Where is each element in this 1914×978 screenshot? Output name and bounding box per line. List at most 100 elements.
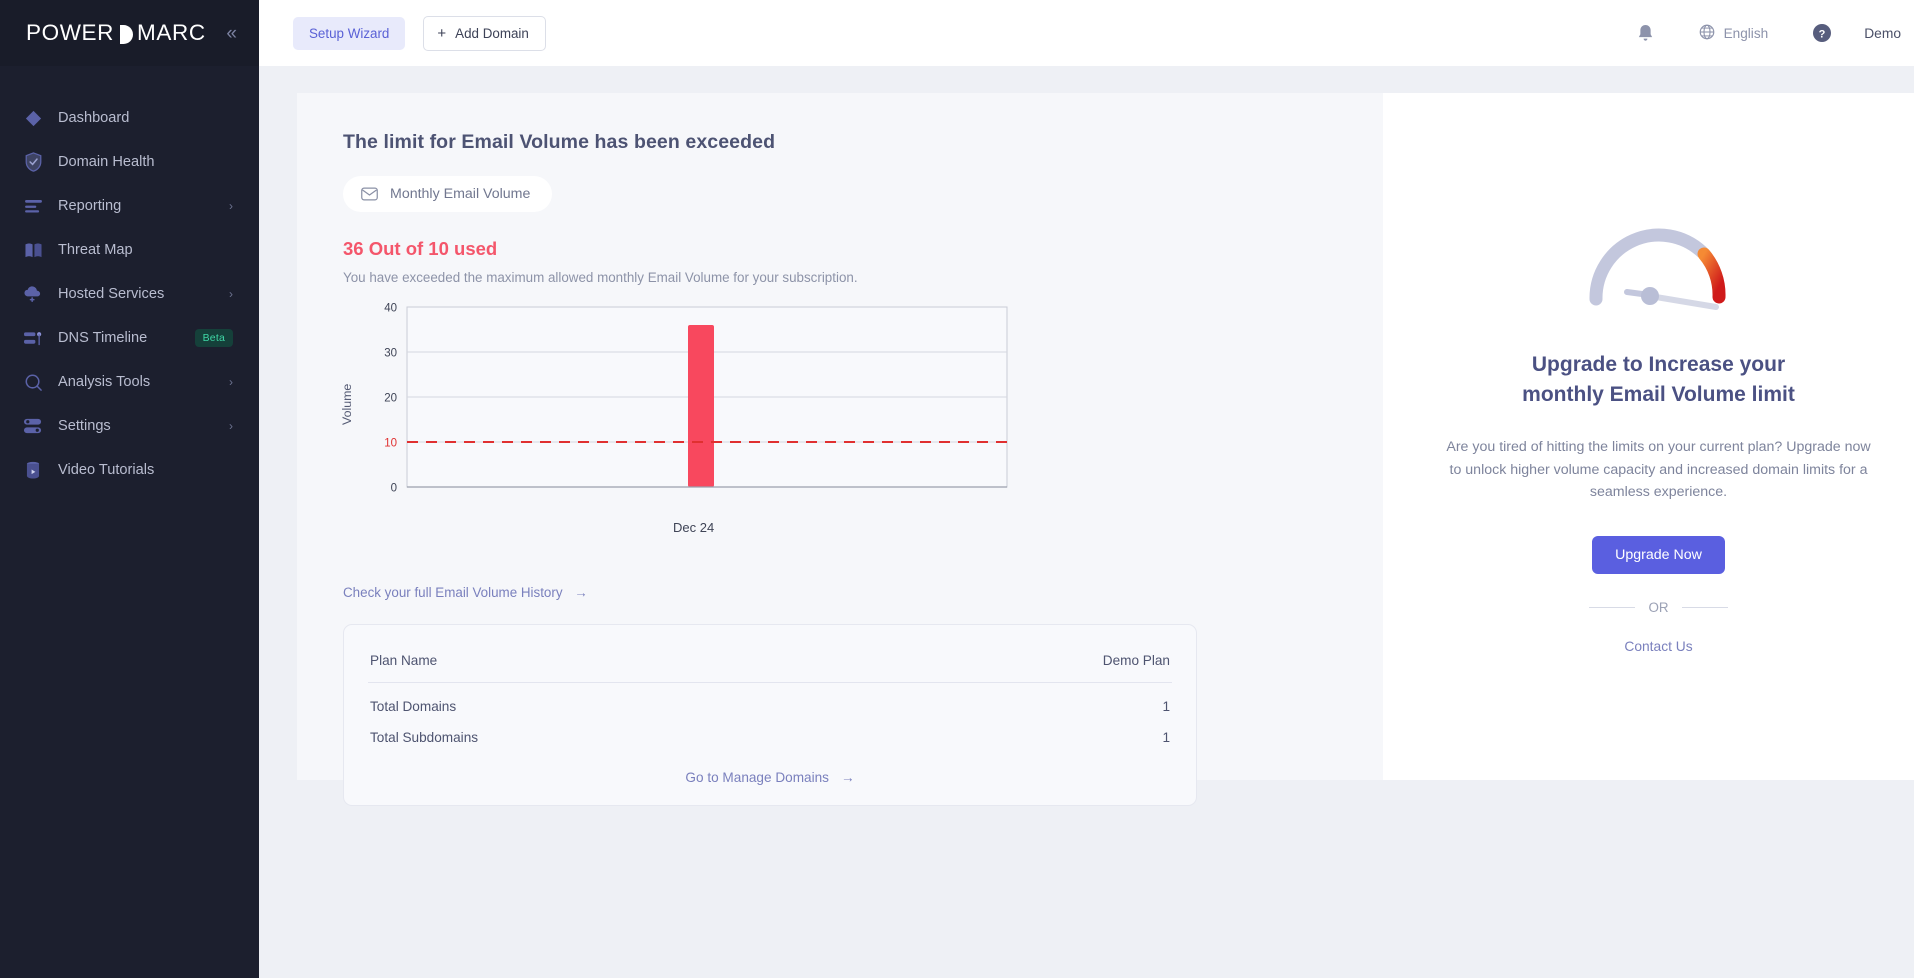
cloud-plus-icon [22, 283, 44, 305]
upgrade-title: Upgrade to Increase your monthly Email V… [1522, 350, 1795, 410]
language-label: English [1723, 25, 1769, 41]
history-link-label: Check your full Email Volume History [343, 585, 563, 600]
video-play-icon [22, 459, 44, 481]
brand-row: POWER MARC « [0, 0, 259, 66]
add-domain-label: Add Domain [455, 25, 529, 41]
upgrade-now-button[interactable]: Upgrade Now [1592, 536, 1725, 575]
app-root: POWER MARC « Dashboard Domain Health Rep… [0, 0, 1914, 978]
beta-badge: Beta [194, 329, 233, 347]
sidebar-item-label: Threat Map [58, 242, 133, 258]
plan-row-value: 1 [1162, 699, 1170, 714]
sidebar-item-dashboard[interactable]: Dashboard [0, 96, 259, 140]
chart-x-tick-label: Dec 24 [673, 520, 715, 535]
sidebar-item-label: Domain Health [58, 154, 155, 170]
bell-icon[interactable] [1614, 23, 1677, 44]
table-row: Total Domains 1 [366, 691, 1174, 722]
chevron-right-icon: › [229, 419, 233, 433]
or-label: OR [1648, 600, 1669, 616]
ytick-20: 20 [384, 393, 397, 405]
powerdmarc-logo: POWER MARC [26, 20, 206, 46]
page-title: The limit for Email Volume has been exce… [343, 131, 776, 153]
plan-divider [368, 682, 1172, 683]
language-selector[interactable]: English [1677, 24, 1791, 43]
add-domain-button[interactable]: + Add Domain [423, 15, 546, 51]
sidebar-item-video-tutorials[interactable]: Video Tutorials [0, 448, 259, 492]
plan-summary-card: Plan Name Demo Plan Total Domains 1 Tota… [343, 624, 1197, 806]
or-rule-left [1589, 607, 1636, 609]
setup-wizard-button[interactable]: Setup Wizard [293, 16, 406, 50]
sidebar-item-analysis-tools[interactable]: Analysis Tools › [0, 360, 259, 404]
sliders-icon [22, 415, 44, 437]
logo-d-mark [120, 24, 134, 44]
plus-icon: + [437, 24, 447, 42]
speedometer-gauge-icon [1584, 219, 1734, 316]
report-lines-icon [22, 195, 44, 217]
chevron-right-icon: › [229, 287, 233, 301]
sidebar-item-settings[interactable]: Settings › [0, 404, 259, 448]
help-circle-icon[interactable]: ? [1790, 23, 1854, 43]
manage-domains-link[interactable]: Go to Manage Domains → [366, 769, 1174, 787]
sidebar-item-threat-map[interactable]: Threat Map [0, 228, 259, 272]
sidebar-collapse-icon[interactable]: « [226, 24, 237, 43]
svg-text:?: ? [1819, 28, 1826, 40]
plan-header-row: Plan Name Demo Plan [366, 645, 1174, 682]
globe-icon [1699, 24, 1715, 43]
arrow-right-icon: → [840, 770, 855, 785]
or-rule-right [1681, 607, 1728, 609]
chip-label: Monthly Email Volume [390, 186, 531, 202]
arrow-right-icon: → [574, 585, 588, 600]
chevron-right-icon: › [229, 199, 233, 213]
usage-description: You have exceeded the maximum allowed mo… [343, 270, 858, 285]
sidebar: POWER MARC « Dashboard Domain Health Rep… [0, 0, 259, 978]
sidebar-item-reporting[interactable]: Reporting › [0, 184, 259, 228]
timeline-icon [22, 327, 44, 349]
sidebar-item-label: Hosted Services [58, 286, 165, 302]
sidebar-item-label: Video Tutorials [58, 462, 155, 478]
ytick-10: 10 [384, 438, 397, 450]
logo-text-marc: MARC [137, 20, 206, 45]
user-menu[interactable]: Demo D [1854, 17, 1914, 49]
sidebar-item-label: Analysis Tools [58, 374, 151, 390]
magnifier-icon [22, 371, 44, 393]
plan-header-label: Plan Name [370, 653, 438, 668]
upgrade-description: Are you tired of hitting the limits on y… [1446, 438, 1871, 501]
upgrade-panel: Upgrade to Increase your monthly Email V… [1383, 93, 1914, 780]
panels: The limit for Email Volume has been exce… [297, 93, 1914, 806]
sidebar-item-domain-health[interactable]: Domain Health [0, 140, 259, 184]
contact-us-link[interactable]: Contact Us [1624, 639, 1692, 654]
book-map-icon [22, 239, 44, 261]
sidebar-item-dns-timeline[interactable]: DNS Timeline Beta [0, 316, 259, 360]
user-name-label: Demo [1864, 25, 1901, 41]
main-area: Setup Wizard + Add Domain English ? Demo… [259, 0, 1914, 978]
chart-canvas: 40 30 20 10 0 [384, 303, 1008, 495]
sidebar-item-label: Settings [58, 418, 111, 434]
sidebar-item-hosted-services[interactable]: Hosted Services › [0, 272, 259, 316]
monthly-email-volume-chip: Monthly Email Volume [343, 176, 553, 212]
plan-row-label: Total Domains [370, 699, 457, 714]
ytick-30: 30 [384, 348, 397, 360]
email-volume-history-link[interactable]: Check your full Email Volume History → [343, 585, 588, 600]
sidebar-item-label: Reporting [58, 198, 122, 214]
ytick-40: 40 [384, 303, 397, 315]
sidebar-item-label: DNS Timeline [58, 330, 148, 346]
or-separator: OR [1589, 600, 1728, 616]
email-volume-chart: Volume 40 30 20 10 0 Dec 24 [340, 299, 1337, 549]
email-volume-panel: The limit for Email Volume has been exce… [297, 93, 1383, 806]
upgrade-title-line2: monthly Email Volume limit [1522, 382, 1795, 406]
shield-check-icon [22, 151, 44, 173]
plan-header-value: Demo Plan [1102, 653, 1170, 668]
table-row: Total Subdomains 1 [366, 722, 1174, 753]
chevron-right-icon: › [229, 375, 233, 389]
envelope-icon [361, 187, 378, 201]
logo-text-power: POWER [26, 20, 115, 45]
ytick-0: 0 [391, 483, 397, 495]
manage-domains-label: Go to Manage Domains [685, 770, 829, 785]
usage-headline: 36 Out of 10 used [343, 238, 498, 259]
plan-row-value: 1 [1162, 730, 1170, 745]
sidebar-item-label: Dashboard [58, 110, 130, 126]
upgrade-title-line1: Upgrade to Increase your [1531, 352, 1786, 376]
top-bar-right: English ? Demo D [1614, 17, 1914, 49]
sidebar-nav: Dashboard Domain Health Reporting › Thre… [0, 66, 259, 492]
diamond-icon [22, 107, 44, 129]
top-bar: Setup Wizard + Add Domain English ? Demo [259, 0, 1914, 66]
